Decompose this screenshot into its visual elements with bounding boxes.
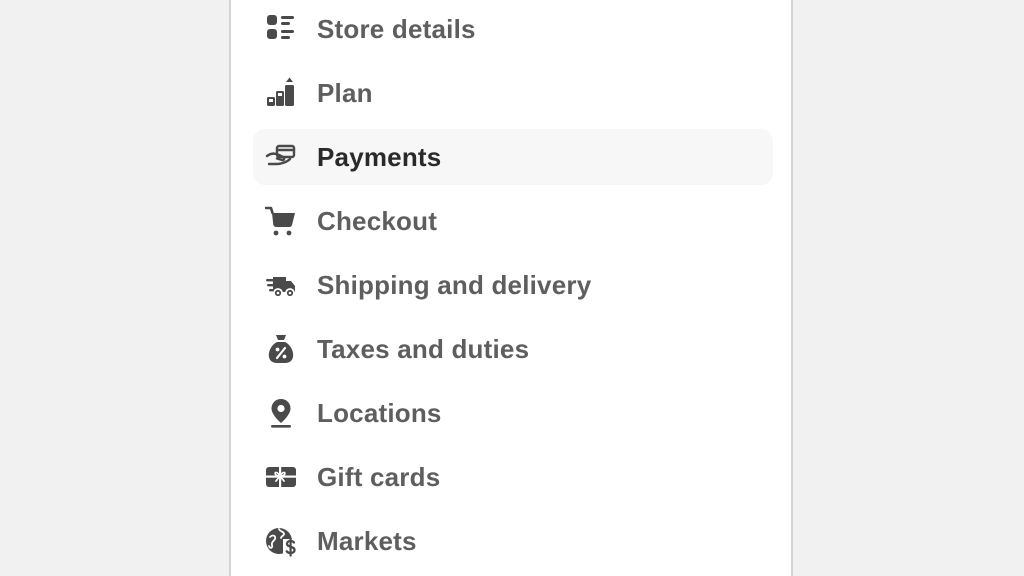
settings-panel: Store details Plan Payments Checkout Shi… [229, 0, 793, 576]
plan-icon [265, 77, 297, 109]
nav-item-store-details[interactable]: Store details [253, 1, 773, 57]
nav-item-label: Markets [317, 525, 417, 556]
nav-item-payments[interactable]: Payments [253, 129, 773, 185]
nav-item-markets[interactable]: Markets [253, 513, 773, 569]
nav-item-label: Locations [317, 397, 442, 428]
nav-item-label: Plan [317, 77, 373, 108]
store-details-icon [265, 13, 297, 45]
location-pin-icon [265, 397, 297, 429]
nav-item-plan[interactable]: Plan [253, 65, 773, 121]
delivery-truck-icon [265, 269, 297, 301]
nav-item-checkout[interactable]: Checkout [253, 193, 773, 249]
nav-item-label: Gift cards [317, 461, 441, 492]
nav-item-taxes-and-duties[interactable]: Taxes and duties [253, 321, 773, 377]
nav-item-shipping-and-delivery[interactable]: Shipping and delivery [253, 257, 773, 313]
nav-item-label: Checkout [317, 205, 438, 236]
nav-item-gift-cards[interactable]: Gift cards [253, 449, 773, 505]
tax-bag-icon [265, 333, 297, 365]
nav-item-label: Taxes and duties [317, 333, 530, 364]
nav-item-locations[interactable]: Locations [253, 385, 773, 441]
gift-card-icon [265, 461, 297, 493]
cart-icon [265, 205, 297, 237]
payments-icon [265, 141, 297, 173]
globe-dollar-icon [265, 525, 297, 557]
nav-item-label: Store details [317, 13, 476, 44]
nav-item-label: Shipping and delivery [317, 269, 592, 300]
nav-item-label: Payments [317, 141, 442, 172]
